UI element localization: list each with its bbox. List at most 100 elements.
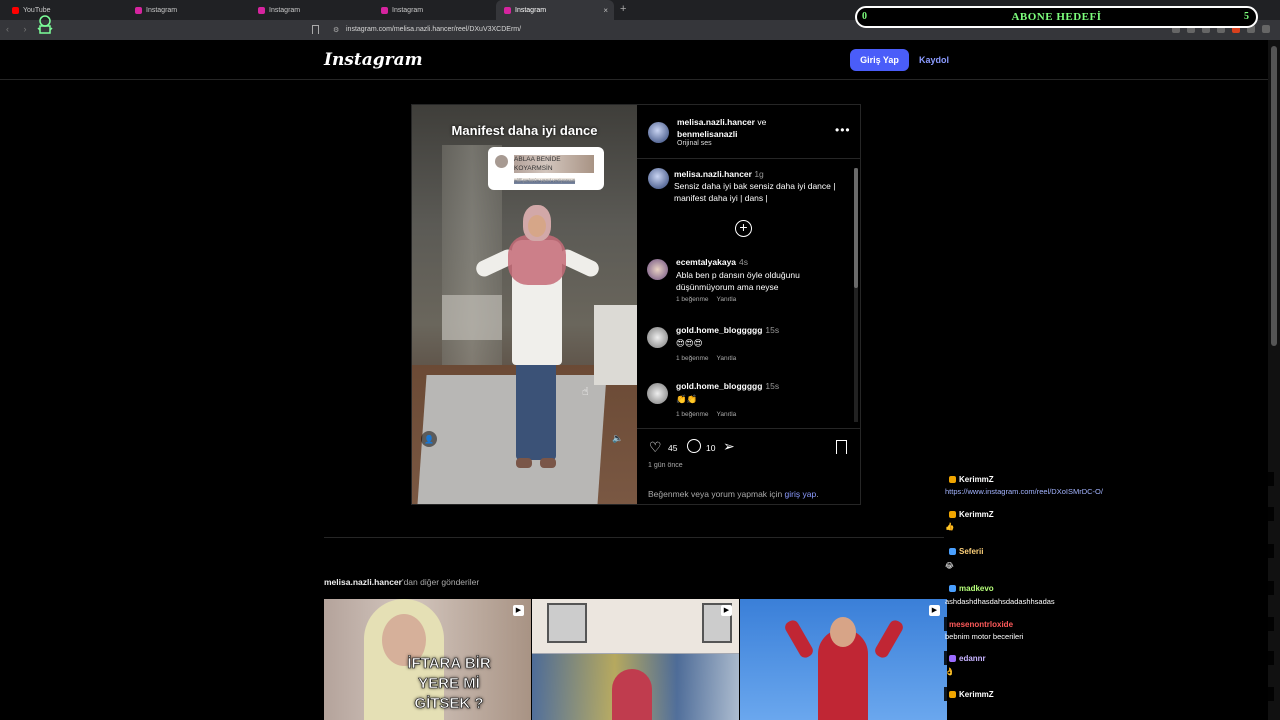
reply-sticker-sub: eliff.pelvn'e yanıt veriyorsun	[514, 178, 576, 184]
login-prompt-end: .	[816, 489, 819, 499]
chat-badge-icon	[949, 476, 956, 483]
like-count[interactable]: 45	[668, 443, 677, 453]
signup-link[interactable]: Kaydol	[919, 55, 949, 65]
comment-count: 10	[706, 443, 716, 453]
owner-avatar[interactable]	[648, 122, 669, 143]
instagram-favicon-icon	[258, 6, 265, 14]
more-posts-heading: melisa.nazli.hancer'dan diğer gönderiler	[324, 577, 479, 587]
audio-label[interactable]: Orijinal ses	[677, 140, 712, 147]
comments-scrollbar[interactable]	[854, 160, 858, 428]
more-posts-user[interactable]: melisa.nazli.hancer	[324, 577, 402, 587]
login-prompt: Beğenmek veya yorum yapmak için giriş ya…	[648, 489, 819, 499]
chat-message: ashdashdhasdahsdadashhsadas	[945, 597, 1055, 606]
back-forward-icon[interactable]: ‹ ›	[6, 24, 33, 34]
reel-video[interactable]: Manifest daha iyi dance ABLAA BENİDE KOY…	[412, 105, 637, 504]
volume-icon[interactable]: 🔈	[612, 433, 623, 444]
video-background	[417, 375, 607, 504]
comments-scroll-thumb[interactable]	[854, 168, 858, 288]
chat-user-name: mesenontrloxide	[949, 620, 1014, 629]
post-thumbnail[interactable]: ▶	[532, 599, 739, 720]
tab-instagram-active[interactable]: Instagram ×	[496, 0, 614, 20]
login-button[interactable]: Giriş Yap	[850, 49, 909, 71]
chat-user: edannr	[949, 654, 986, 663]
instagram-logo[interactable]: Instagram	[324, 50, 423, 70]
owner-username[interactable]: melisa.nazli.hancer	[677, 117, 755, 127]
commenter-avatar[interactable]	[647, 383, 668, 404]
commenter-username[interactable]: ecemtalyakaya 4s	[676, 257, 748, 267]
thumbnail-figure	[782, 618, 816, 660]
bookmark-icon[interactable]	[312, 25, 319, 34]
post-thumbnail[interactable]: ▶	[740, 599, 947, 720]
reply-sticker: ABLAA BENİDE KOYARMSİN eliff.pelvn'e yan…	[488, 147, 604, 190]
dancer-figure	[516, 360, 556, 460]
like-heart-icon[interactable]: ♡	[649, 439, 662, 456]
chat-message[interactable]: https://www.instagram.com/reel/DXoISMrDC…	[945, 487, 1103, 496]
comment-likes[interactable]: 1 beğenme	[676, 296, 709, 303]
comment-meta: 1 beğenme Yanıtla	[676, 296, 744, 303]
goal-target: 5	[1244, 11, 1249, 22]
mouse-cursor-icon: ☝	[582, 386, 589, 398]
site-info-icon[interactable]: ⚙	[333, 26, 339, 34]
tab-instagram-1[interactable]: Instagram	[127, 0, 251, 20]
commenter-avatar[interactable]	[647, 327, 668, 348]
chat-user-name: Seferii	[959, 547, 984, 556]
chat-username-row: KerimmZ	[944, 687, 1274, 701]
thumbnail-caption: İFTARA BİR YERE Mİ GİTSEK ?	[407, 655, 491, 713]
tab-instagram-3[interactable]: Instagram	[373, 0, 497, 20]
user-tag-icon[interactable]: 👤	[421, 431, 437, 447]
commenter-username[interactable]: gold.home_bloggggg 15s	[676, 381, 779, 391]
share-send-icon[interactable]: ➢	[723, 438, 735, 455]
reel-actions: ♡ 45 10 ➢ 1 gün önce Beğenmek veya yorum…	[637, 428, 861, 504]
login-prompt-text: Beğenmek veya yorum yapmak için	[648, 489, 785, 499]
chat-user: KerimmZ	[949, 475, 994, 484]
commenter-avatar[interactable]	[647, 259, 668, 280]
comment-user-text: gold.home_bloggggg	[676, 325, 763, 335]
more-posts-suffix: 'dan diğer gönderiler	[401, 577, 480, 587]
comment-time: 4s	[739, 257, 749, 267]
comment-text: Abla ben p dansın öyle olduğunu düşünmüy…	[676, 270, 800, 292]
instagram-header	[0, 40, 1268, 80]
menu-icon[interactable]	[1262, 25, 1270, 33]
caption-username[interactable]: melisa.nazli.hancer	[674, 169, 752, 179]
caption-avatar[interactable]	[648, 168, 669, 189]
chat-username-row: edannr	[944, 651, 1274, 665]
comment-bubble-icon[interactable]	[687, 439, 701, 453]
commenter-username[interactable]: gold.home_bloggggg 15s	[676, 325, 779, 335]
section-divider	[324, 537, 944, 538]
instagram-favicon-icon	[381, 6, 388, 14]
chat-user: mesenontrloxide	[949, 620, 1013, 629]
owner-names: melisa.nazli.hancer ve benmelisanazli	[677, 116, 766, 140]
chat-badge-icon	[949, 655, 956, 662]
reply-sticker-text: ABLAA BENİDE KOYARMSİN	[514, 155, 594, 173]
scrollbar-thumb[interactable]	[1271, 46, 1277, 346]
reel-owner-header: melisa.nazli.hancer ve benmelisanazli Or…	[637, 105, 861, 159]
close-tab-icon[interactable]: ×	[603, 6, 608, 15]
comment-user-text: gold.home_bloggggg	[676, 381, 763, 391]
chat-user: KerimmZ	[949, 510, 994, 519]
tab-youtube[interactable]: YouTube	[4, 0, 128, 20]
chat-message: 👍	[945, 522, 955, 531]
caption-time: 1g	[754, 169, 764, 179]
comment-reply-button[interactable]: Yanıtla	[717, 411, 737, 418]
thumbnail-figure	[830, 617, 856, 647]
address-bar[interactable]: instagram.com/melisa.nazli.hancer/reel/D…	[346, 26, 521, 33]
tab-instagram-2[interactable]: Instagram	[250, 0, 374, 20]
post-thumbnail[interactable]: İFTARA BİR YERE Mİ GİTSEK ? ▶	[324, 599, 531, 720]
comment-reply-button[interactable]: Yanıtla	[717, 355, 737, 362]
new-tab-button[interactable]: +	[620, 3, 626, 15]
comment-likes[interactable]: 1 beğenme	[676, 355, 709, 362]
chat-badge-icon	[949, 511, 956, 518]
collab-username[interactable]: benmelisanazli	[677, 129, 737, 139]
save-bookmark-icon[interactable]	[836, 440, 847, 454]
load-more-comments-icon[interactable]: +	[735, 220, 752, 237]
dancer-figure	[508, 235, 566, 285]
chat-user-name: KerimmZ	[959, 690, 994, 699]
video-title: Manifest daha iyi dance	[451, 123, 598, 138]
video-background	[594, 305, 637, 385]
login-prompt-link[interactable]: giriş yap	[785, 489, 817, 499]
comment-reply-button[interactable]: Yanıtla	[717, 296, 737, 303]
thumbnail-figure	[872, 618, 906, 660]
more-options-icon[interactable]: •••	[835, 123, 851, 137]
chat-badge-icon	[949, 548, 956, 555]
comment-likes[interactable]: 1 beğenme	[676, 411, 709, 418]
